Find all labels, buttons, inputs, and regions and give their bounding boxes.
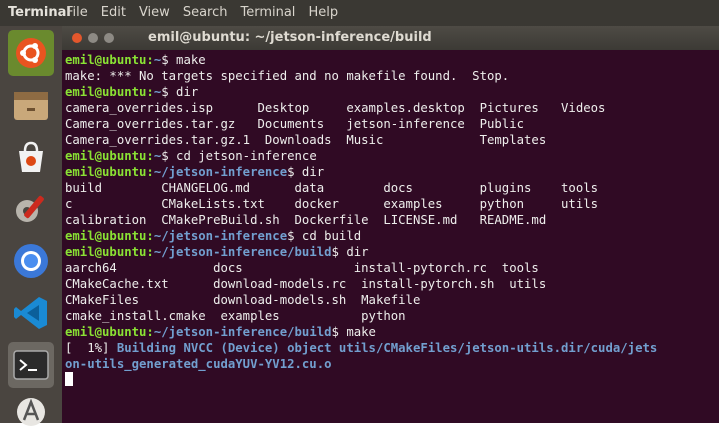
- chromium-icon: [14, 244, 48, 278]
- prompt-user: emil@ubuntu:: [65, 229, 154, 243]
- launcher-files[interactable]: [8, 82, 54, 128]
- terminal-line: emil@ubuntu:~$ make: [65, 52, 715, 68]
- launcher: [0, 26, 62, 426]
- terminal-window: emil@ubuntu: ~/jetson-inference/build em…: [62, 26, 719, 423]
- terminal-icon: [13, 350, 49, 380]
- terminal-text: c CMakeLists.txt docker examples python …: [65, 197, 599, 211]
- menu-view[interactable]: View: [139, 5, 170, 20]
- terminal-text: on-utils_generated_cudaYUV-YV12.cu.o: [65, 357, 332, 371]
- terminal-text: $ cd build: [287, 229, 362, 243]
- launcher-settings[interactable]: [8, 186, 54, 232]
- terminal-line: emil@ubuntu:~/jetson-inference$ dir: [65, 164, 715, 180]
- prompt-user: emil@ubuntu:: [65, 245, 154, 259]
- terminal-line: calibration CMakePreBuild.sh Dockerfile …: [65, 212, 715, 228]
- maximize-icon[interactable]: [104, 33, 114, 43]
- terminal-line: CMakeFiles download-models.sh Makefile: [65, 292, 715, 308]
- menu-help[interactable]: Help: [308, 5, 338, 20]
- terminal-text: cmake_install.cmake examples python: [65, 309, 406, 323]
- prompt-user: emil@ubuntu:: [65, 53, 154, 67]
- terminal-text: Camera_overrides.tar.gz.1 Downloads Musi…: [65, 133, 547, 147]
- launcher-updater[interactable]: [8, 386, 54, 432]
- terminal-text: CMakeCache.txt download-models.rc instal…: [65, 277, 547, 291]
- terminal-line: emil@ubuntu:~/jetson-inference$ cd build: [65, 228, 715, 244]
- launcher-terminal[interactable]: [8, 342, 54, 388]
- terminal-line: [ 1%] Building NVCC (Device) object util…: [65, 340, 715, 356]
- window-titlebar: emil@ubuntu: ~/jetson-inference/build: [62, 26, 719, 50]
- terminal-text: $ dir: [287, 165, 325, 179]
- terminal-text: aarch64 docs install-pytorch.rc tools: [65, 261, 539, 275]
- menu-terminal[interactable]: Terminal: [240, 5, 295, 20]
- terminal-text: build CHANGELOG.md data docs plugins too…: [65, 181, 599, 195]
- terminal-text: [ 1%]: [65, 341, 117, 355]
- terminal-line: emil@ubuntu:~/jetson-inference/build$ ma…: [65, 324, 715, 340]
- terminal-text: $ make: [331, 325, 376, 339]
- terminal-text: $ cd jetson-inference: [161, 149, 317, 163]
- terminal-line: build CHANGELOG.md data docs plugins too…: [65, 180, 715, 196]
- prompt-path: ~/jetson-inference/build: [153, 245, 332, 259]
- vscode-icon: [14, 297, 47, 329]
- terminal-line: emil@ubuntu:~$ dir: [65, 84, 715, 100]
- terminal-line: aarch64 docs install-pytorch.rc tools: [65, 260, 715, 276]
- updater-icon: [17, 398, 45, 426]
- terminal-text: $ make: [161, 53, 206, 67]
- menu-edit[interactable]: Edit: [101, 5, 126, 20]
- terminal-line: on-utils_generated_cudaYUV-YV12.cu.o: [65, 356, 715, 372]
- terminal-text: Building NVCC (Device) object utils/CMak…: [116, 341, 658, 355]
- terminal-line: [65, 372, 715, 388]
- terminal-text: CMakeFiles download-models.sh Makefile: [65, 293, 421, 307]
- terminal-line: emil@ubuntu:~/jetson-inference/build$ di…: [65, 244, 715, 260]
- prompt-path: ~/jetson-inference: [153, 229, 288, 243]
- terminal-text: Camera_overrides.tar.gz Documents jetson…: [65, 117, 525, 131]
- window-title: emil@ubuntu: ~/jetson-inference/build: [148, 30, 432, 45]
- terminal-line: camera_overrides.isp Desktop examples.de…: [65, 100, 715, 116]
- text-cursor: [65, 372, 73, 386]
- app-name: Terminal: [8, 5, 71, 20]
- launcher-chromium[interactable]: [8, 238, 54, 284]
- terminal-text: calibration CMakePreBuild.sh Dockerfile …: [65, 213, 547, 227]
- terminal-line: Camera_overrides.tar.gz Documents jetson…: [65, 116, 715, 132]
- terminal-text: $ dir: [161, 85, 199, 99]
- prompt-path: ~/jetson-inference/build: [153, 325, 332, 339]
- prompt-path: ~/jetson-inference: [153, 165, 288, 179]
- terminal-line: cmake_install.cmake examples python: [65, 308, 715, 324]
- terminal-line: CMakeCache.txt download-models.rc instal…: [65, 276, 715, 292]
- terminal-text: $ dir: [331, 245, 369, 259]
- files-icon: [14, 92, 48, 120]
- prompt-user: emil@ubuntu:: [65, 149, 154, 163]
- prompt-user: emil@ubuntu:: [65, 85, 154, 99]
- software-center-icon: [19, 141, 43, 172]
- top-menu-bar: Terminal File Edit View Search Terminal …: [0, 0, 719, 26]
- terminal-output[interactable]: emil@ubuntu:~$ make make: *** No targets …: [65, 52, 715, 420]
- launcher-ubuntu[interactable]: [8, 30, 54, 76]
- prompt-user: emil@ubuntu:: [65, 165, 154, 179]
- launcher-vscode[interactable]: [8, 290, 54, 336]
- launcher-software-center[interactable]: [8, 134, 54, 180]
- terminal-text: make: *** No targets specified and no ma…: [65, 69, 510, 83]
- terminal-text: camera_overrides.isp Desktop examples.de…: [65, 101, 606, 115]
- ubuntu-logo-icon: [16, 38, 46, 68]
- menu-file[interactable]: File: [66, 5, 88, 20]
- terminal-line: c CMakeLists.txt docker examples python …: [65, 196, 715, 212]
- minimize-icon[interactable]: [88, 33, 98, 43]
- menu-search[interactable]: Search: [183, 5, 228, 20]
- terminal-line: emil@ubuntu:~$ cd jetson-inference: [65, 148, 715, 164]
- prompt-user: emil@ubuntu:: [65, 325, 154, 339]
- terminal-line: Camera_overrides.tar.gz.1 Downloads Musi…: [65, 132, 715, 148]
- terminal-line: make: *** No targets specified and no ma…: [65, 68, 715, 84]
- close-icon[interactable]: [72, 33, 82, 43]
- settings-tools-icon: [16, 195, 44, 222]
- menu-bar: File Edit View Search Terminal Help: [66, 5, 338, 20]
